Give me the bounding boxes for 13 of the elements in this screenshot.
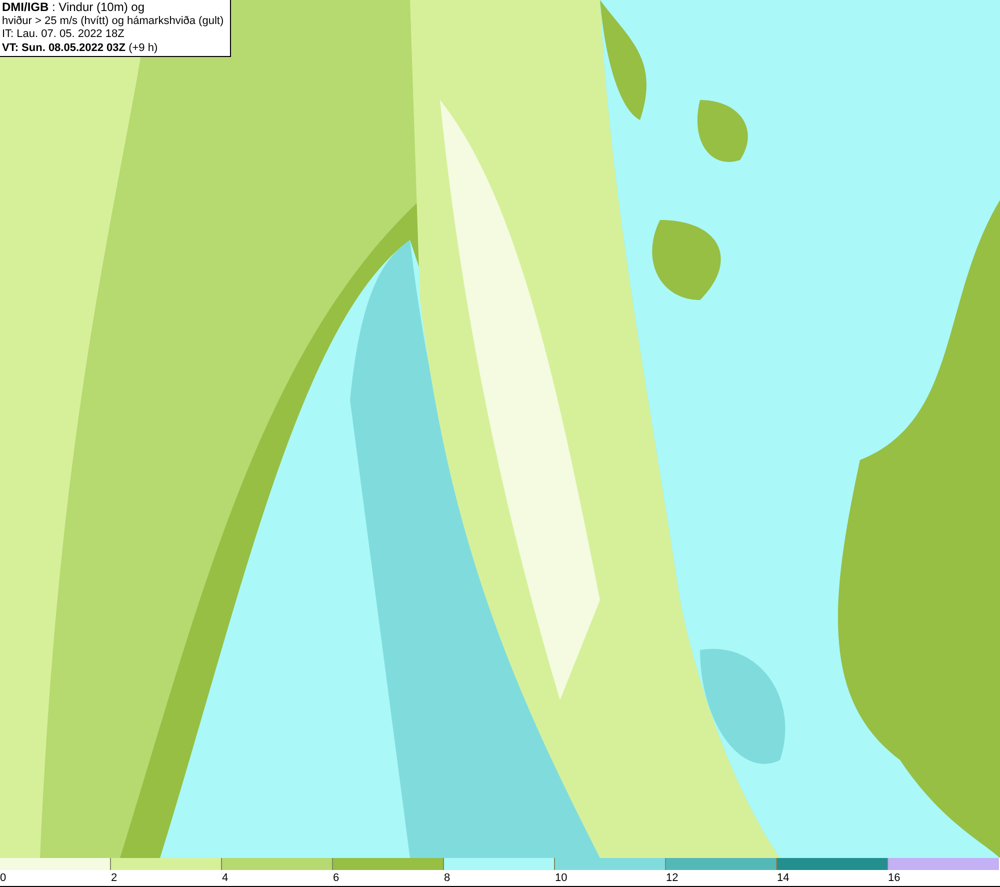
title-line: IT: Lau. 07. 05. 2022 18Z: [2, 28, 126, 42]
scale-label: 12: [666, 872, 678, 884]
title-line: VT: Sun. 08.05.2022 03Z (+9 h): [2, 42, 159, 55]
scale-label: 8: [444, 872, 450, 884]
scale-label: 6: [333, 872, 340, 884]
scale-label: 2: [111, 872, 118, 884]
scale-label: 10: [555, 872, 568, 884]
scale-label: 16: [888, 872, 900, 884]
title-line: hviður > 25 m/s (hvítt) og hámarkshviða (gult): [2, 14, 225, 28]
title-line: DMI/IGB : Vindur (10m) og: [2, 1, 146, 14]
scale-label: 0: [0, 872, 6, 884]
scale-label: 14: [777, 872, 790, 884]
scale-label: 4: [222, 872, 228, 884]
